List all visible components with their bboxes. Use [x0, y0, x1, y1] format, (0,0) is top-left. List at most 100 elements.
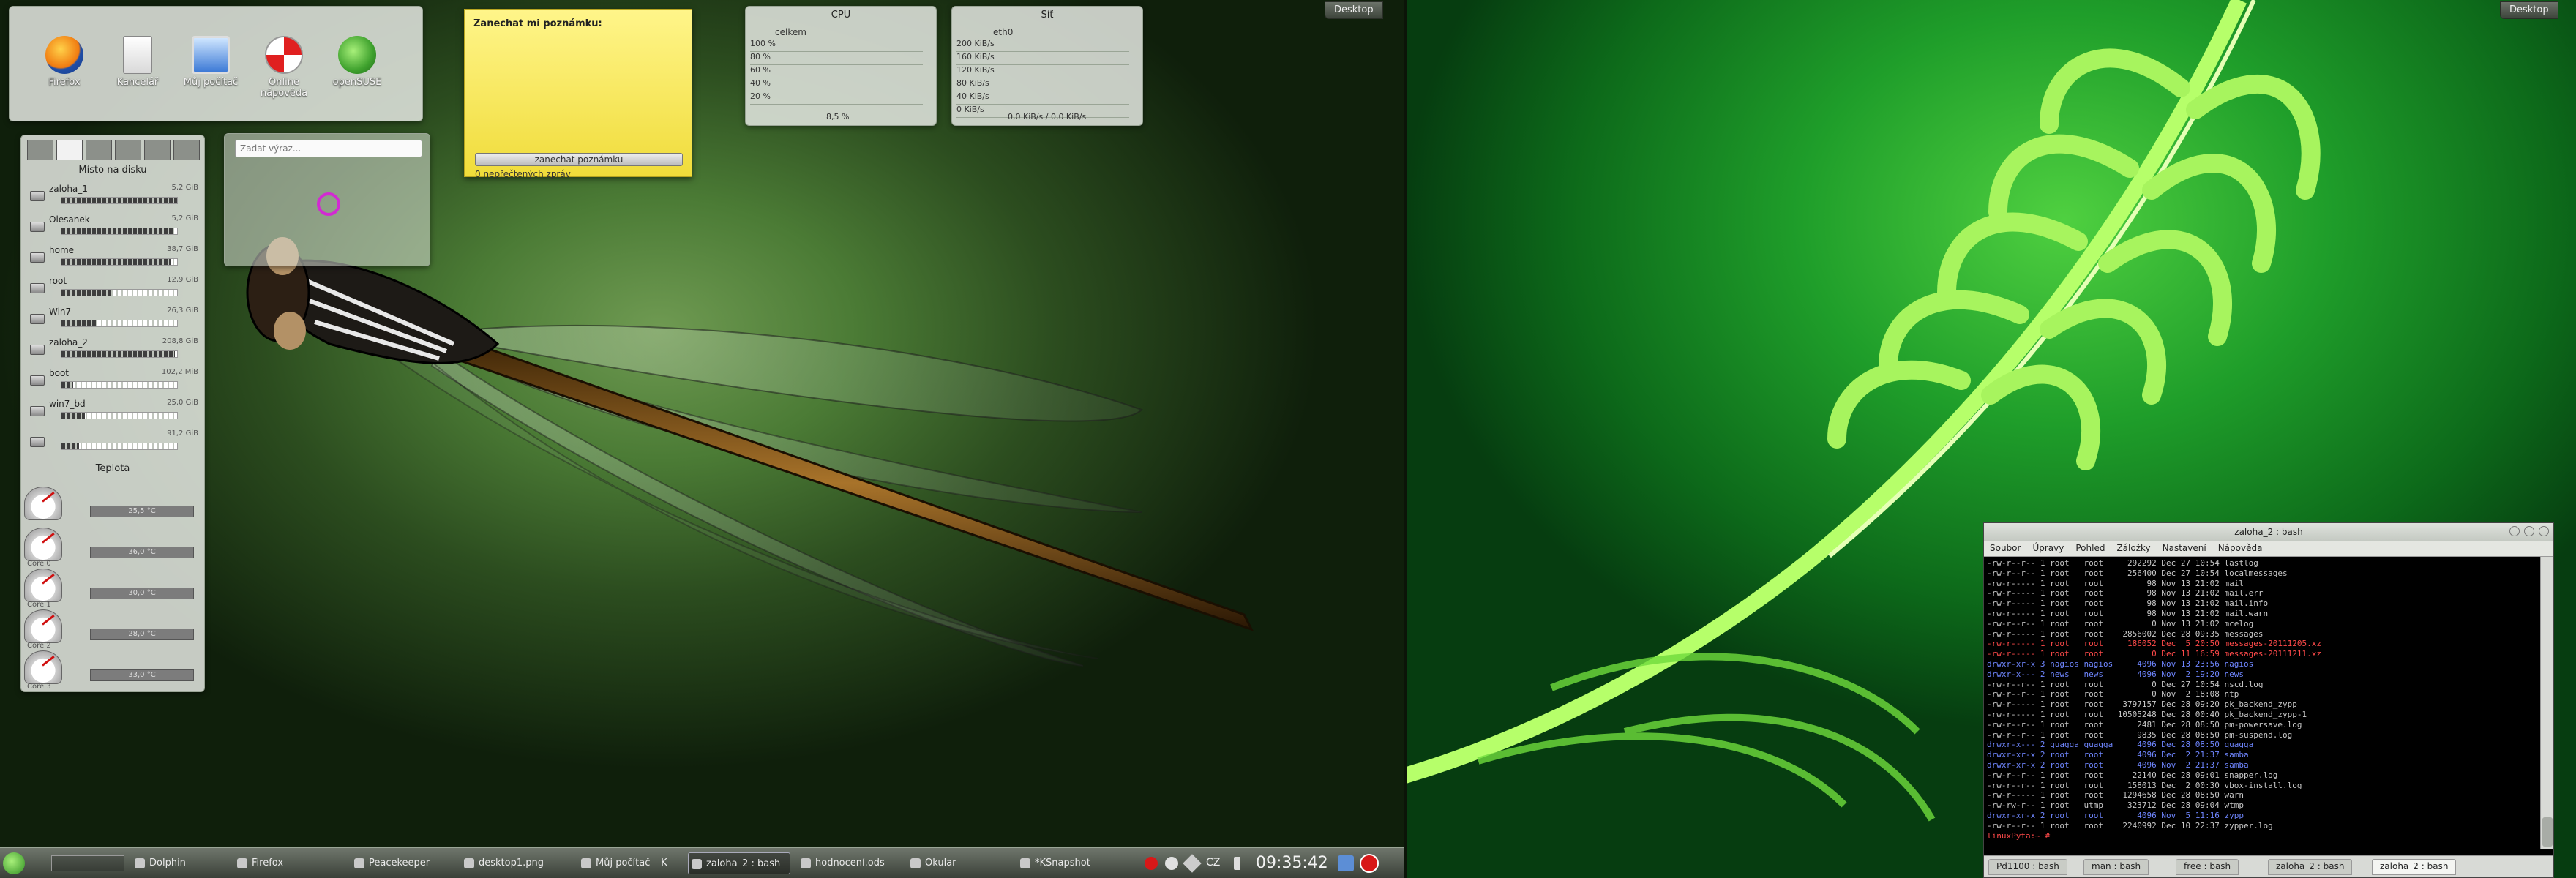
clipboard-icon[interactable] [1165, 857, 1178, 870]
scrollbar-thumb[interactable] [2542, 817, 2553, 847]
monitor-tab-4-icon[interactable] [115, 140, 141, 160]
screen-divider [1404, 0, 1407, 878]
temperature-value: 25,5 °C [90, 506, 194, 517]
system-monitor-widget: Místo na disku zaloha_1 5,2 GiB Olesanek 5,… [20, 135, 205, 692]
taskbar-item[interactable]: desktop1.png [461, 852, 571, 874]
cpu-monitor-widget: CPU celkem 100 % 80 % 60 % 40 % 20 % 8,5 % [745, 6, 937, 126]
hard-drive-icon [30, 314, 45, 324]
taskbar-item[interactable]: zaloha_2 : bash [688, 852, 790, 874]
taskbar-item[interactable]: Peacekeeper [351, 852, 454, 874]
menu-settings[interactable]: Nastavení [2157, 541, 2212, 555]
konsole-tab-bar: Pd1100 : bash man : bash free : bash zal… [1984, 855, 2553, 877]
temperature-gauge-icon [24, 487, 62, 520]
monitor-tab-6-icon[interactable] [173, 140, 200, 160]
terminal-line: -rw-r--r-- 1 root root 22140 Dec 28 09:0… [1987, 770, 2278, 780]
application-launcher-icon[interactable] [3, 852, 25, 874]
konsole-title: zaloha_2 : bash [2234, 527, 2303, 537]
terminal-scrollbar[interactable] [2540, 557, 2553, 849]
menu-help[interactable]: Nápověda [2212, 541, 2269, 555]
konsole-tab[interactable]: free : bash [2176, 859, 2239, 875]
keyboard-layout[interactable]: CZ [1206, 857, 1220, 868]
disk-usage-fill [61, 443, 79, 449]
disk-row: Win7 26,3 GiB [29, 305, 204, 333]
desktop-icon-computer[interactable]: Můj počítač [178, 36, 244, 88]
disk-row: Olesanek 5,2 GiB [29, 213, 204, 241]
taskbar-item[interactable]: hodnocení.ods [798, 852, 900, 874]
disk-size: 5,2 GiB [171, 184, 198, 192]
terminal-line: -rw-r----- 1 root root 98 Nov 13 21:02 m… [1987, 578, 2244, 588]
disk-usage-bar [61, 350, 178, 358]
clock[interactable]: 09:35:42 [1256, 854, 1328, 872]
monitor-tab-5-icon[interactable] [144, 140, 171, 160]
menu-view[interactable]: Pohled [2070, 541, 2111, 555]
taskbar-item[interactable]: Firefox [234, 852, 344, 874]
disk-usage-fill [61, 228, 174, 234]
desktop-icon-label: Firefox [48, 77, 80, 88]
leave-note-button[interactable]: zanechat poznámku [475, 153, 683, 166]
menu-edit[interactable]: Úpravy [2026, 541, 2070, 555]
temperature-row: 36,0 °C Core 0 [24, 526, 200, 569]
konsole-tab[interactable]: man : bash [2083, 859, 2149, 875]
unread-messages-status: 0 nepřečtených zpráv [475, 169, 571, 179]
search-input[interactable] [235, 140, 422, 157]
disk-usage-bar [61, 443, 178, 450]
desktop-toolbox-button-right[interactable]: Desktop [2500, 1, 2558, 19]
terminal-line: drwxr-xr-x 2 root root 4096 Nov 5 11:16 … [1987, 810, 2244, 820]
maximize-icon[interactable] [2524, 526, 2534, 536]
cpu-title: CPU [831, 10, 851, 20]
disk-row: root 12,9 GiB [29, 274, 204, 302]
search-busy-icon [317, 192, 340, 216]
konsole-tab[interactable]: Pd1100 : bash [1988, 859, 2067, 875]
temperature-row: 30,0 °C Core 1 [24, 567, 200, 609]
konsole-tab-active[interactable]: zaloha_2 : bash [2372, 859, 2457, 875]
hard-drive-icon [30, 283, 45, 293]
minimize-icon[interactable] [2509, 526, 2520, 536]
hard-drive-icon [30, 252, 45, 263]
volume-icon[interactable] [1234, 857, 1247, 870]
konsole-title-bar[interactable]: zaloha_2 : bash [1984, 523, 2553, 541]
terminal-line: -rw-r--r-- 1 root root 158013 Dec 2 00:3… [1987, 780, 2302, 790]
taskbar-item[interactable]: *KSnapshot [1017, 852, 1127, 874]
disk-size: 38,7 GiB [167, 245, 198, 253]
menu-file[interactable]: Soubor [1984, 541, 2026, 555]
disk-row: boot 102,2 MiB [29, 367, 204, 394]
graph-scale-label: 200 KiB/s [956, 39, 1129, 52]
temperature-gauge-icon [24, 569, 62, 602]
disk-size: 26,3 GiB [167, 307, 198, 315]
desktop-toolbox-button-left[interactable]: Desktop [1325, 1, 1383, 19]
temperature-row: 25,5 °C [24, 485, 200, 528]
close-icon[interactable] [2539, 526, 2549, 536]
disk-size: 5,2 GiB [171, 214, 198, 222]
desktop-icon-opensuse[interactable]: openSUSE [324, 36, 390, 88]
pager[interactable] [51, 855, 124, 871]
desktop-show-icon[interactable] [1338, 855, 1354, 871]
bluetooth-icon[interactable] [1183, 854, 1202, 873]
taskbar-item[interactable]: Dolphin [132, 852, 227, 874]
monitor-tab-2-icon[interactable] [56, 140, 83, 160]
network-title: Síť [1041, 10, 1054, 20]
desktop-icon-firefox[interactable]: Firefox [31, 36, 97, 88]
graph-scale-label: 80 KiB/s [956, 78, 1129, 91]
disk-usage-fill [61, 413, 85, 419]
desktop-icon-office[interactable]: Kancelář [105, 36, 171, 88]
desktop-icon-label: Můj počítač [183, 77, 239, 88]
terminal-output[interactable]: -rw-r--r-- 1 root root 292292 Dec 27 10:… [1984, 557, 2540, 849]
taskbar-item[interactable]: Můj počítač – K [578, 852, 681, 874]
folder-view-widget: Firefox Kancelář Můj počítač Online nápo… [9, 6, 423, 121]
power-icon[interactable] [1360, 854, 1379, 873]
disk-row: win7_bd 25,0 GiB [29, 397, 204, 425]
temperature-title: Teplota [95, 463, 130, 474]
temperature-gauge-icon [24, 609, 62, 643]
desktop: Desktop Desktop Firefox Kancelář Můj poč… [0, 0, 2576, 878]
dragonfly-wallpaper-art [246, 237, 1254, 667]
menu-bookmarks[interactable]: Záložky [2111, 541, 2156, 555]
taskbar-item[interactable]: Okular [907, 852, 1010, 874]
monitor-tab-1-icon[interactable] [27, 140, 53, 160]
desktop-icon-help[interactable]: Online nápověda [251, 36, 317, 99]
konsole-window: zaloha_2 : bash Soubor Úpravy Pohled Záložk… [1983, 522, 2554, 878]
monitor-tab-3-icon[interactable] [86, 140, 112, 160]
konsole-tab[interactable]: zaloha_2 : bash [2268, 859, 2353, 875]
update-notifier-icon[interactable] [1145, 857, 1158, 870]
disk-row: zaloha_1 5,2 GiB [29, 182, 204, 210]
disk-usage-bar [61, 381, 178, 389]
